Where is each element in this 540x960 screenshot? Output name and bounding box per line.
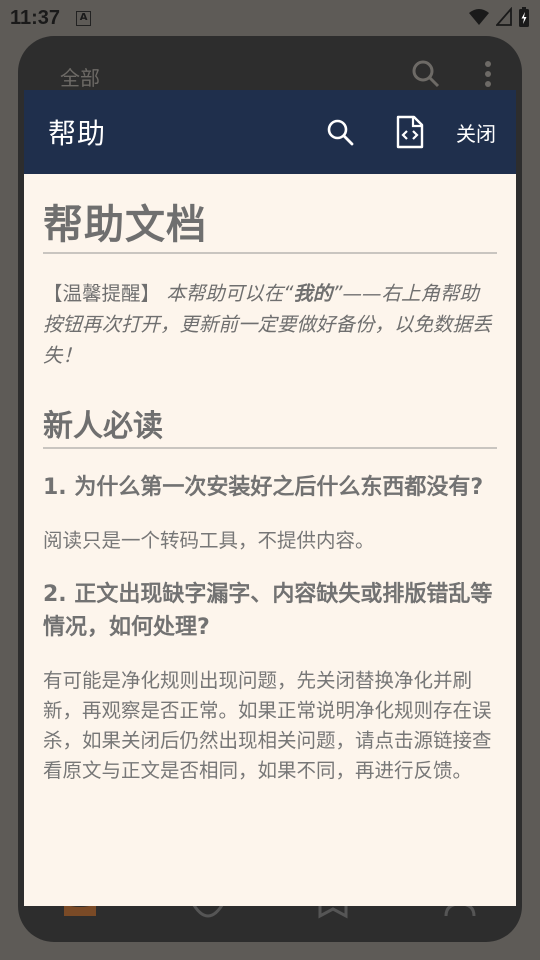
search-icon xyxy=(327,119,354,146)
help-dialog: 帮助 关闭 帮助文档 【温馨提醒】 本帮助可以在“我的”——右上角帮助按钮再次打… xyxy=(24,90,516,906)
faq-answer-2: 有可能是净化规则出现问题，先关闭替换净化并刷新，再观察是否正常。如果正常说明净化… xyxy=(43,669,492,782)
faq-answer-1: 阅读只是一个转码工具，不提供内容。 xyxy=(43,529,375,552)
background-search-icon xyxy=(412,60,440,88)
doc-title: 帮助文档 xyxy=(43,192,497,254)
battery-charging-icon xyxy=(519,7,529,27)
close-button[interactable]: 关闭 xyxy=(456,118,496,147)
tip-paragraph: 【温馨提醒】 本帮助可以在“我的”——右上角帮助按钮再次打开，更新前一定要做好备… xyxy=(43,278,497,371)
accessibility-notification-icon: A xyxy=(76,10,92,26)
status-indicators xyxy=(468,6,530,28)
tip-text-bold: 我的 xyxy=(293,282,333,305)
search-button[interactable] xyxy=(320,112,360,152)
faq-question-1: 1. 为什么第一次安装好之后什么东西都没有? xyxy=(43,475,484,500)
background-tab-all: 全部 xyxy=(60,66,100,90)
status-bar: 11:37 A xyxy=(0,0,540,36)
cellular-signal-icon xyxy=(496,7,512,26)
help-document: 帮助文档 【温馨提醒】 本帮助可以在“我的”——右上角帮助按钮再次打开，更新前一… xyxy=(24,174,516,786)
tip-prefix: 【温馨提醒】 xyxy=(43,282,161,305)
dialog-toolbar: 帮助 关闭 xyxy=(24,90,516,174)
code-file-icon xyxy=(396,115,424,149)
tip-text-start: 本帮助可以在“ xyxy=(166,282,294,305)
wifi-icon xyxy=(469,9,489,25)
dialog-title: 帮助 xyxy=(48,117,107,150)
background-more-icon xyxy=(485,61,491,87)
section-heading: 新人必读 xyxy=(43,401,497,449)
view-source-button[interactable] xyxy=(390,112,430,152)
status-time: 11:37 xyxy=(10,6,61,29)
faq-question-2: 2. 正文出现缺字漏字、内容缺失或排版错乱等情况，如何处理? xyxy=(43,582,493,640)
